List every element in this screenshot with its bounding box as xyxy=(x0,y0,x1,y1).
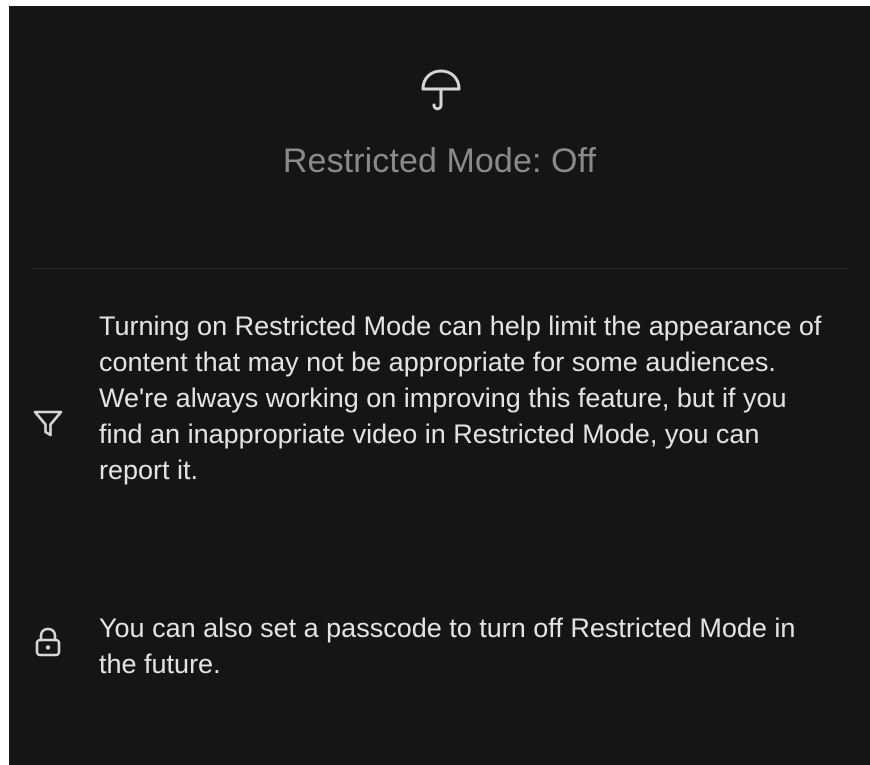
divider xyxy=(31,268,849,269)
info-row-passcode: You can also set a passcode to turn off … xyxy=(9,610,870,690)
page-title: Restricted Mode: Off xyxy=(282,142,597,180)
passcode-description: You can also set a passcode to turn off … xyxy=(99,613,796,679)
restricted-mode-header: Restricted Mode: Off xyxy=(9,6,870,268)
lock-icon xyxy=(35,627,61,657)
info-row-content-filter: Turning on Restricted Mode can help limi… xyxy=(9,306,870,546)
filter-icon xyxy=(33,410,63,437)
umbrella-icon xyxy=(421,69,461,111)
restricted-mode-panel: Restricted Mode: Off Turning on Restrict… xyxy=(9,6,870,765)
restricted-mode-description: Turning on Restricted Mode can help limi… xyxy=(99,311,822,485)
